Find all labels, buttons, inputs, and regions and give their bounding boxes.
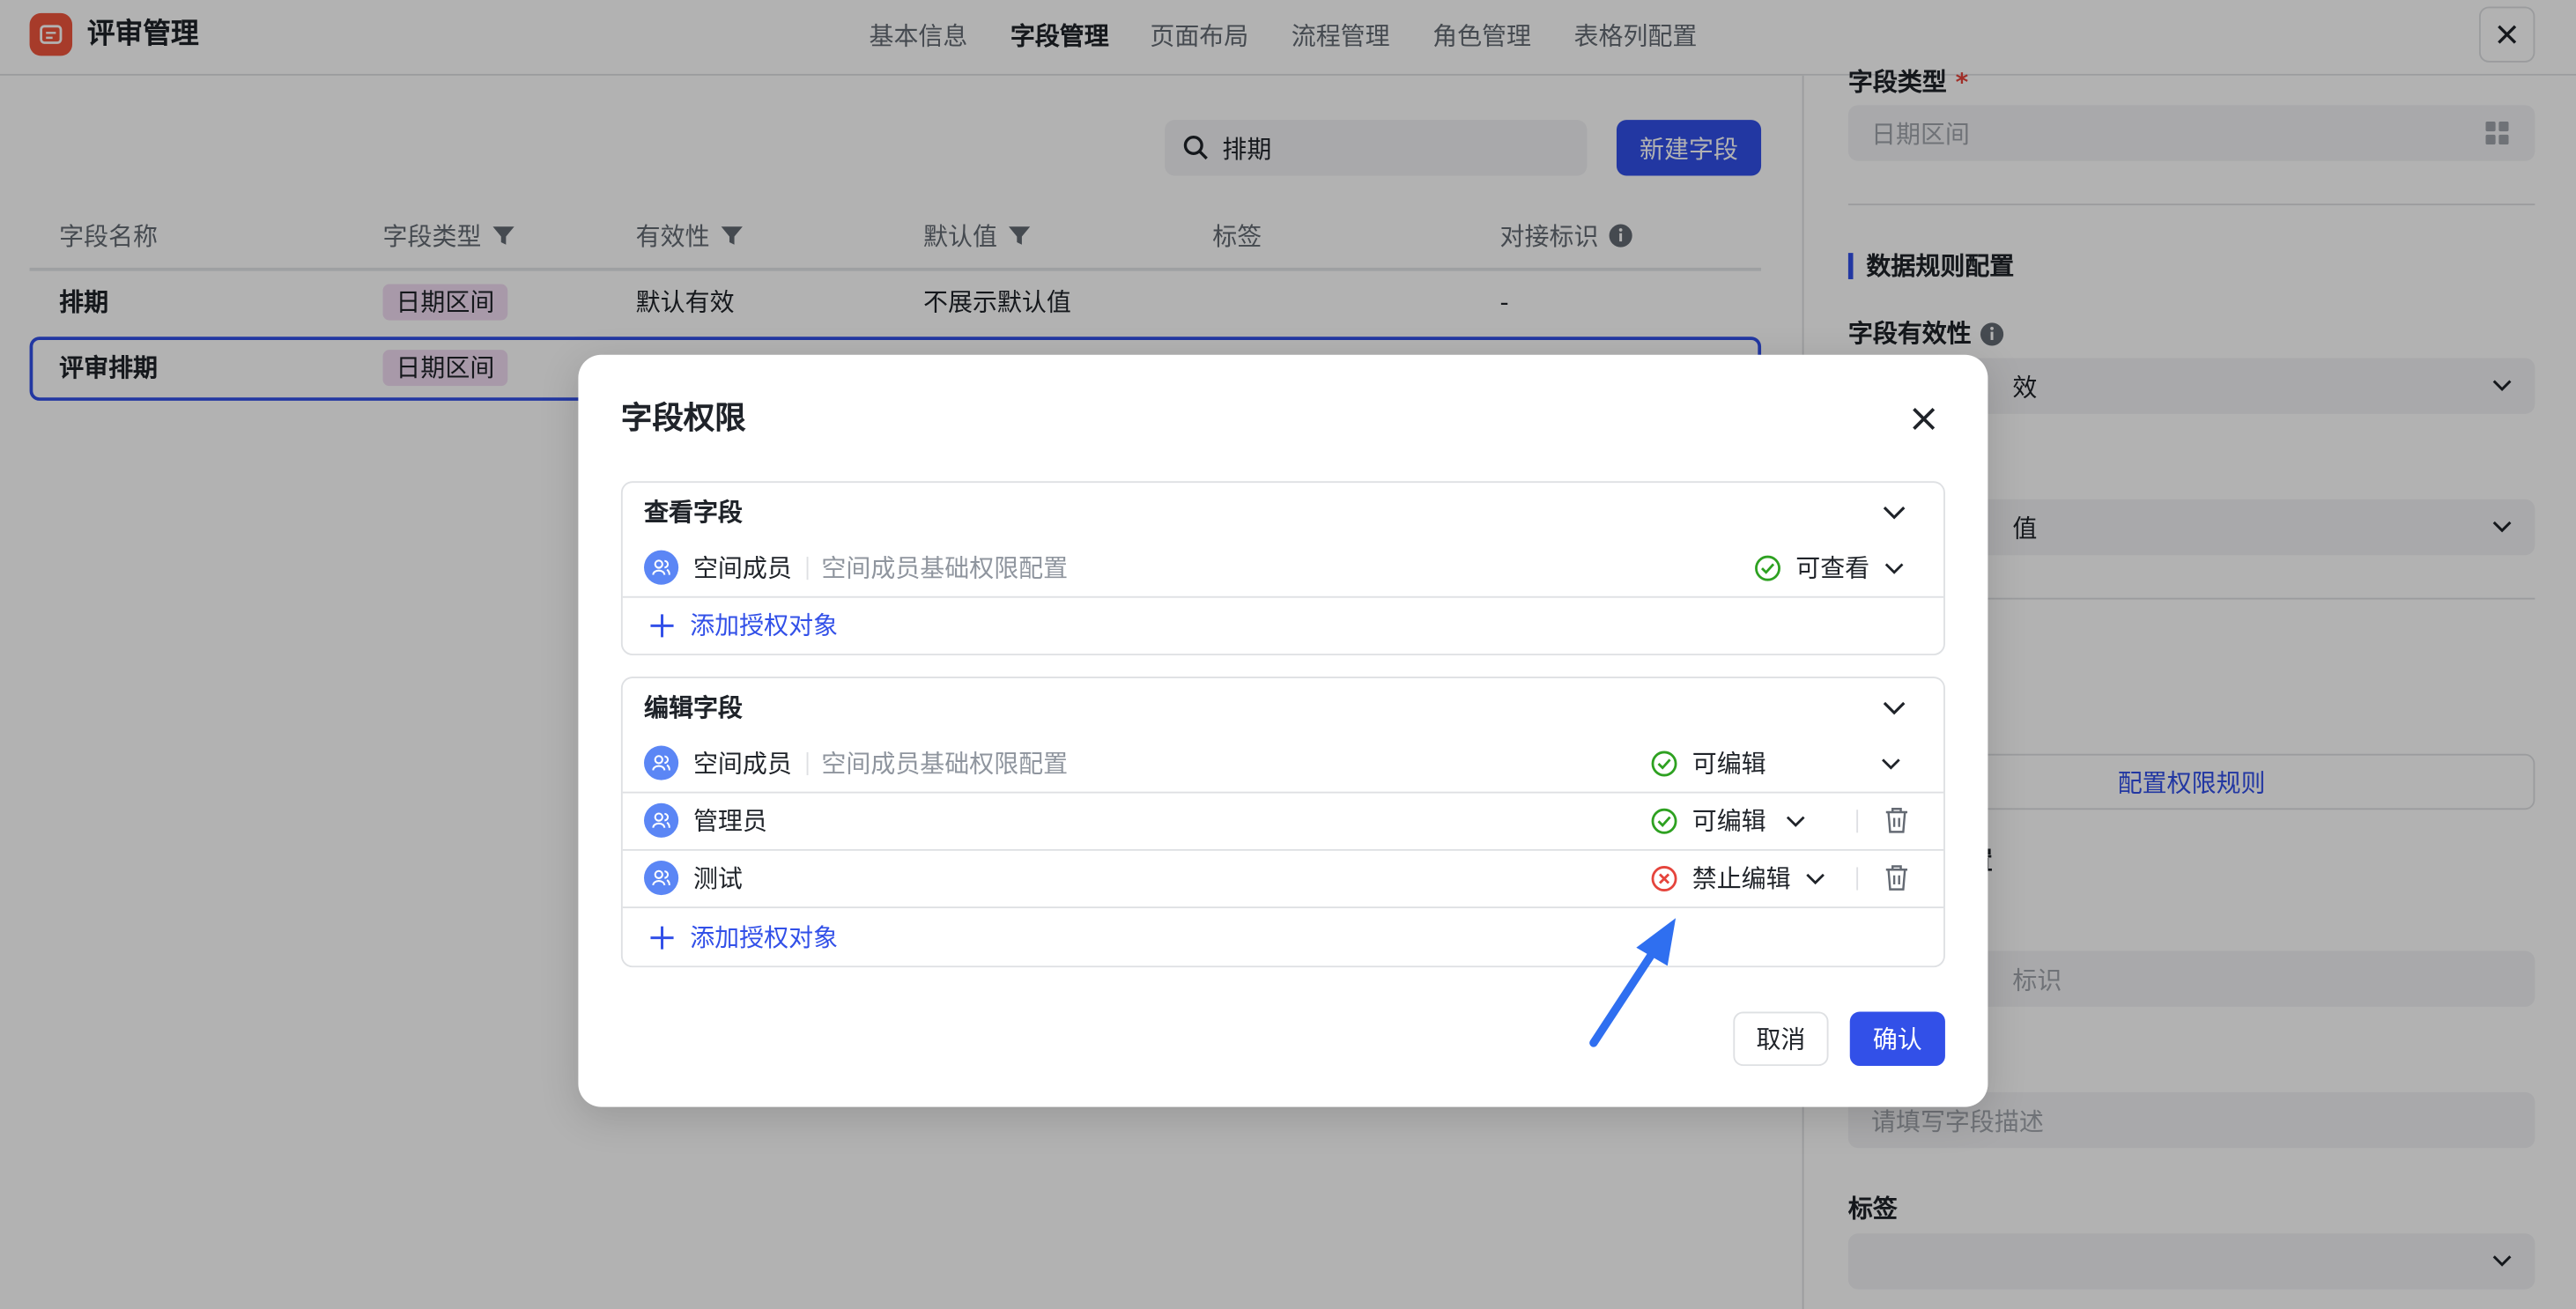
row-divider [622, 791, 1944, 794]
check-circle-icon [1755, 555, 1780, 581]
grantee-name: 空间成员 [692, 553, 792, 583]
row-divider [622, 848, 1944, 851]
confirm-button[interactable]: 确认 [1849, 1011, 1945, 1067]
grantee-name: 管理员 [692, 806, 767, 837]
row-divider [622, 906, 1944, 909]
grantee-name: 测试 [692, 863, 743, 894]
member-group-icon [644, 745, 679, 780]
plus-icon [650, 614, 674, 638]
close-icon[interactable] [1911, 406, 1937, 433]
chevron-down-icon [1806, 873, 1825, 885]
trash-icon[interactable] [1884, 864, 1909, 892]
chevron-down-icon[interactable] [1883, 699, 1906, 716]
edit-permission-section: 编辑字段 空间成员 空间成员基础权限配置 可编辑 管理员 可编辑 测试 禁止编辑… [620, 677, 1945, 968]
member-group-icon [644, 550, 679, 585]
grantee-description: 空间成员基础权限配置 [821, 749, 1069, 779]
member-group-icon [644, 802, 679, 838]
grantee-description: 空间成员基础权限配置 [821, 553, 1069, 583]
cancel-button[interactable]: 取消 [1733, 1011, 1829, 1067]
add-grantee-link[interactable]: 添加授权对象 [649, 921, 838, 954]
viewport: 评审管理 基本信息 字段管理 页面布局 流程管理 角色管理 表格列配置 新建字段… [0, 0, 2576, 1309]
permission-select[interactable]: 可编辑 [1692, 747, 1766, 780]
section-title: 编辑字段 [644, 692, 743, 723]
chevron-down-icon [1884, 563, 1904, 574]
separator [1856, 810, 1859, 833]
trash-icon[interactable] [1884, 806, 1909, 834]
chevron-down-icon[interactable] [1883, 504, 1906, 521]
check-circle-icon [1651, 808, 1677, 834]
cross-circle-icon [1651, 866, 1677, 891]
add-grantee-link[interactable]: 添加授权对象 [649, 610, 838, 642]
row-divider [622, 595, 1944, 598]
section-title: 查看字段 [644, 497, 743, 528]
member-group-icon [644, 860, 679, 896]
view-permission-section: 查看字段 空间成员 空间成员基础权限配置 可查看 添加授权对象 [620, 481, 1945, 655]
permission-select[interactable]: 可编辑 [1692, 805, 1806, 838]
chevron-down-icon[interactable] [1881, 758, 1900, 771]
separator [806, 557, 809, 581]
dialog-title: 字段权限 [620, 400, 746, 437]
field-permission-dialog: 字段权限 查看字段 空间成员 空间成员基础权限配置 可查看 添加授权对象 编辑字… [578, 354, 1988, 1107]
plus-icon [650, 926, 674, 950]
permission-select[interactable]: 可查看 [1795, 551, 1904, 584]
separator [806, 751, 809, 776]
grantee-name: 空间成员 [692, 749, 792, 779]
annotation-arrow-icon [1589, 918, 1677, 1047]
check-circle-icon [1651, 751, 1677, 777]
separator [1856, 867, 1859, 891]
chevron-down-icon [1786, 816, 1805, 827]
permission-select[interactable]: 禁止编辑 [1692, 862, 1825, 895]
